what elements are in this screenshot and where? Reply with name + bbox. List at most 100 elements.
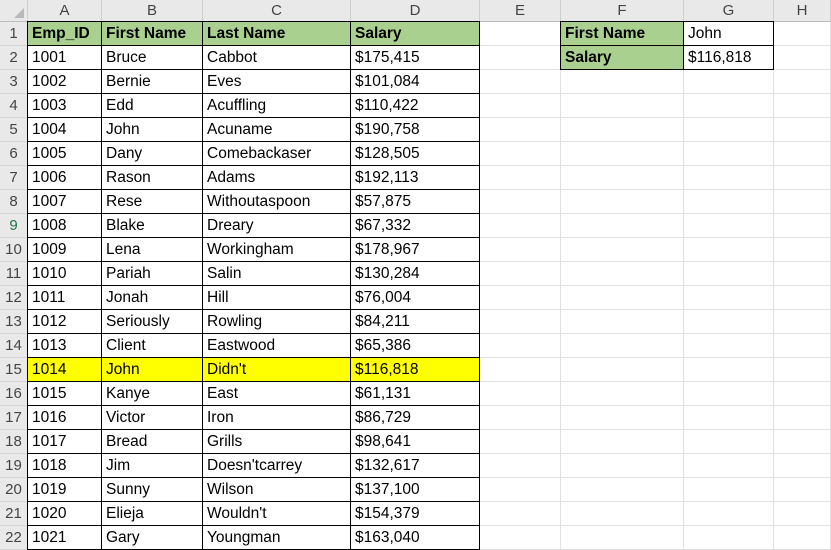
row-header-6[interactable]: 6 [0, 142, 28, 166]
table-cell[interactable]: Rese [102, 190, 203, 214]
row-header-22[interactable]: 22 [0, 526, 28, 550]
table-cell[interactable]: 1012 [28, 310, 102, 334]
table-header-cell[interactable]: Salary [351, 22, 480, 46]
table-cell[interactable]: $163,040 [351, 526, 480, 550]
table-cell[interactable]: Iron [203, 406, 351, 430]
table-cell[interactable]: $67,332 [351, 214, 480, 238]
row-header-20[interactable]: 20 [0, 478, 28, 502]
table-cell[interactable]: Withoutaspoon [203, 190, 351, 214]
table-cell[interactable]: Youngman [203, 526, 351, 550]
table-cell[interactable]: 1003 [28, 94, 102, 118]
table-cell[interactable]: $128,505 [351, 142, 480, 166]
table-cell[interactable]: $132,617 [351, 454, 480, 478]
table-cell[interactable]: Bread [102, 430, 203, 454]
highlighted-table-cell[interactable]: Didn't [203, 358, 351, 382]
table-cell[interactable]: $86,729 [351, 406, 480, 430]
row-header-11[interactable]: 11 [0, 262, 28, 286]
row-header-3[interactable]: 3 [0, 70, 28, 94]
table-cell[interactable]: Comebackaser [203, 142, 351, 166]
table-header-cell[interactable]: Emp_ID [28, 22, 102, 46]
table-cell[interactable]: $101,084 [351, 70, 480, 94]
table-cell[interactable]: 1016 [28, 406, 102, 430]
column-header-a[interactable]: A [28, 0, 102, 22]
table-cell[interactable]: 1005 [28, 142, 102, 166]
column-header-e[interactable]: E [480, 0, 561, 22]
table-cell[interactable]: Sunny [102, 478, 203, 502]
table-cell[interactable]: Kanye [102, 382, 203, 406]
table-cell[interactable]: Client [102, 334, 203, 358]
highlighted-table-cell[interactable]: 1014 [28, 358, 102, 382]
highlighted-table-cell[interactable]: John [102, 358, 203, 382]
table-cell[interactable]: 1013 [28, 334, 102, 358]
column-header-g[interactable]: G [684, 0, 774, 22]
table-cell[interactable]: 1009 [28, 238, 102, 262]
table-cell[interactable]: $65,386 [351, 334, 480, 358]
table-cell[interactable]: $76,004 [351, 286, 480, 310]
row-header-5[interactable]: 5 [0, 118, 28, 142]
table-cell[interactable]: 1011 [28, 286, 102, 310]
row-header-13[interactable]: 13 [0, 310, 28, 334]
table-cell[interactable]: Rason [102, 166, 203, 190]
table-cell[interactable]: Gary [102, 526, 203, 550]
row-header-2[interactable]: 2 [0, 46, 28, 70]
row-header-14[interactable]: 14 [0, 334, 28, 358]
row-header-12[interactable]: 12 [0, 286, 28, 310]
table-cell[interactable]: East [203, 382, 351, 406]
row-header-8[interactable]: 8 [0, 190, 28, 214]
table-cell[interactable]: $154,379 [351, 502, 480, 526]
lookup-first-name-label[interactable]: First Name [561, 22, 684, 46]
table-cell[interactable]: Elieja [102, 502, 203, 526]
table-cell[interactable]: $130,284 [351, 262, 480, 286]
row-header-16[interactable]: 16 [0, 382, 28, 406]
table-cell[interactable]: 1019 [28, 478, 102, 502]
table-cell[interactable]: 1001 [28, 46, 102, 70]
table-cell[interactable]: Grills [203, 430, 351, 454]
table-cell[interactable]: $98,641 [351, 430, 480, 454]
table-header-cell[interactable]: Last Name [203, 22, 351, 46]
row-header-19[interactable]: 19 [0, 454, 28, 478]
table-cell[interactable]: $178,967 [351, 238, 480, 262]
table-cell[interactable]: Victor [102, 406, 203, 430]
table-cell[interactable]: Wilson [203, 478, 351, 502]
table-cell[interactable]: Bruce [102, 46, 203, 70]
table-cell[interactable]: 1021 [28, 526, 102, 550]
row-header-17[interactable]: 17 [0, 406, 28, 430]
table-cell[interactable]: Dreary [203, 214, 351, 238]
table-cell[interactable]: Wouldn't [203, 502, 351, 526]
table-cell[interactable]: 1004 [28, 118, 102, 142]
table-cell[interactable]: Hill [203, 286, 351, 310]
table-cell[interactable]: 1017 [28, 430, 102, 454]
row-header-9[interactable]: 9 [0, 214, 28, 238]
lookup-salary-label[interactable]: Salary [561, 46, 684, 70]
table-cell[interactable]: Doesn'tcarrey [203, 454, 351, 478]
table-cell[interactable]: Seriously [102, 310, 203, 334]
table-cell[interactable]: $57,875 [351, 190, 480, 214]
highlighted-table-cell[interactable]: $116,818 [351, 358, 480, 382]
column-header-d[interactable]: D [351, 0, 480, 22]
table-cell[interactable]: John [102, 118, 203, 142]
select-all-corner[interactable] [0, 0, 28, 22]
column-header-f[interactable]: F [561, 0, 684, 22]
table-cell[interactable]: Blake [102, 214, 203, 238]
table-cell[interactable]: $137,100 [351, 478, 480, 502]
table-cell[interactable]: Pariah [102, 262, 203, 286]
row-header-4[interactable]: 4 [0, 94, 28, 118]
row-header-1[interactable]: 1 [0, 22, 28, 46]
table-cell[interactable]: Eves [203, 70, 351, 94]
table-cell[interactable]: Lena [102, 238, 203, 262]
table-cell[interactable]: Rowling [203, 310, 351, 334]
table-cell[interactable]: Bernie [102, 70, 203, 94]
table-cell[interactable]: Dany [102, 142, 203, 166]
column-header-b[interactable]: B [102, 0, 203, 22]
table-cell[interactable]: Jim [102, 454, 203, 478]
table-cell[interactable]: 1006 [28, 166, 102, 190]
table-cell[interactable]: 1010 [28, 262, 102, 286]
table-cell[interactable]: $192,113 [351, 166, 480, 190]
table-cell[interactable]: Cabbot [203, 46, 351, 70]
table-cell[interactable]: Eastwood [203, 334, 351, 358]
table-cell[interactable]: $190,758 [351, 118, 480, 142]
table-cell[interactable]: $175,415 [351, 46, 480, 70]
table-cell[interactable]: 1002 [28, 70, 102, 94]
table-cell[interactable]: $84,211 [351, 310, 480, 334]
table-cell[interactable]: Acuffling [203, 94, 351, 118]
